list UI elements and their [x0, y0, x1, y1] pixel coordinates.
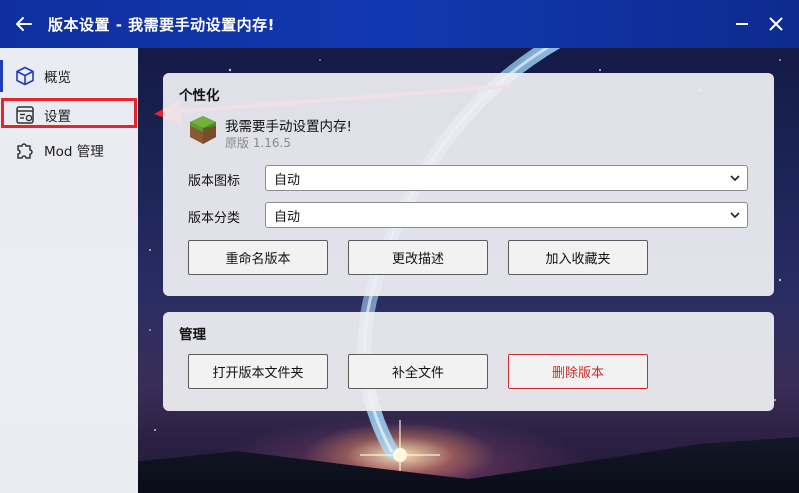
cube-icon	[14, 65, 36, 87]
minimize-icon	[736, 23, 748, 25]
arrow-left-icon	[16, 17, 32, 31]
card-title: 个性化	[179, 88, 220, 104]
version-icon-label: 版本图标	[188, 174, 241, 189]
chevron-down-icon	[730, 212, 740, 219]
window-title: 版本设置 - 我需要手动设置内存!	[48, 15, 276, 34]
add-to-favorites-button[interactable]: 加入收藏夹	[508, 240, 648, 275]
manage-card: 管理 打开版本文件夹 补全文件 删除版本	[163, 312, 774, 411]
sidebar-item-mod-manage[interactable]: Mod 管理	[0, 134, 138, 166]
minimize-button[interactable]	[725, 7, 759, 41]
personalize-card: 个性化 我需要手动设置内存! 原版 1.16.5 版本图标 自动 版本分类 自动…	[163, 73, 774, 296]
version-category-select[interactable]: 自动	[265, 202, 748, 228]
sidebar-item-label: 概览	[44, 70, 71, 86]
rename-version-button[interactable]: 重命名版本	[188, 240, 328, 275]
annotation-highlight-box	[1, 98, 137, 128]
sidebar: 概览 设置 Mod 管理	[0, 48, 138, 493]
window-controls	[725, 0, 793, 48]
version-category-label: 版本分类	[188, 211, 241, 226]
version-subtitle: 原版 1.16.5	[225, 136, 291, 150]
grass-block-icon	[190, 116, 216, 144]
complete-files-button[interactable]: 补全文件	[348, 354, 488, 389]
card-title: 管理	[179, 327, 206, 343]
open-version-folder-button[interactable]: 打开版本文件夹	[188, 354, 328, 389]
close-icon	[769, 17, 783, 31]
select-value: 自动	[274, 172, 301, 188]
chevron-down-icon	[730, 175, 740, 182]
puzzle-icon	[14, 139, 36, 161]
sidebar-item-overview[interactable]: 概览	[0, 60, 138, 92]
edit-description-button[interactable]: 更改描述	[348, 240, 488, 275]
back-button[interactable]	[0, 0, 48, 48]
sidebar-item-label: Mod 管理	[44, 144, 104, 160]
title-bar: 版本设置 - 我需要手动设置内存!	[0, 0, 799, 48]
version-icon-select[interactable]: 自动	[265, 165, 748, 191]
delete-version-button[interactable]: 删除版本	[508, 354, 648, 389]
select-value: 自动	[274, 209, 301, 225]
version-name: 我需要手动设置内存!	[225, 119, 352, 135]
close-button[interactable]	[759, 7, 793, 41]
